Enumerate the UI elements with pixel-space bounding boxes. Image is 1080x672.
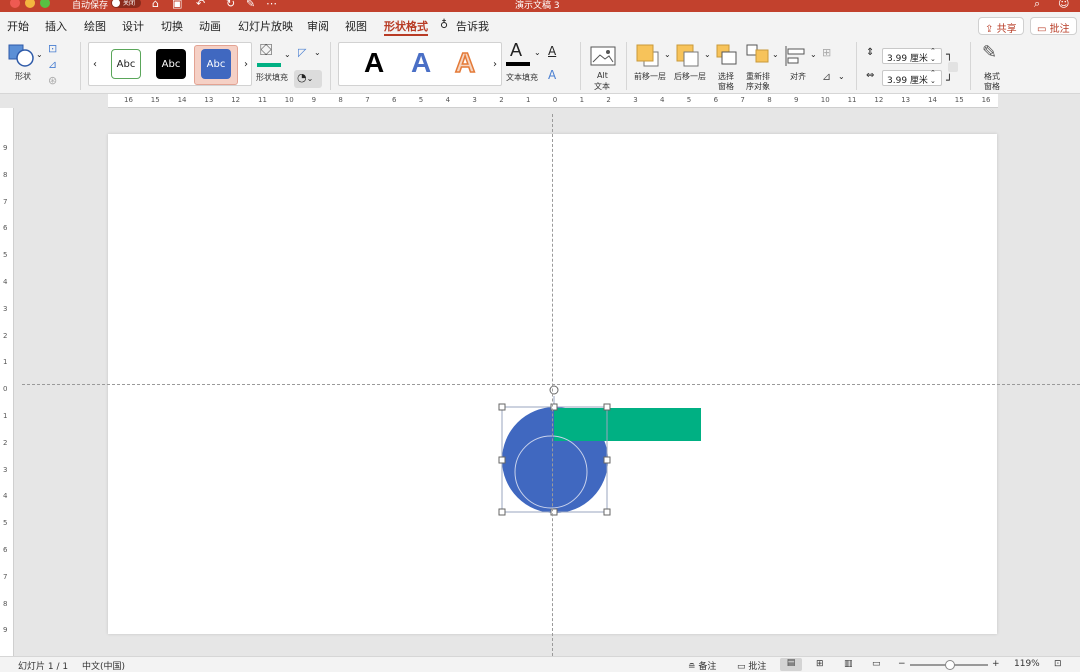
- resize-handle[interactable]: [498, 403, 506, 411]
- zoom-slider-thumb[interactable]: [945, 660, 955, 670]
- resize-handle[interactable]: [603, 508, 611, 516]
- comment-icon: ▭: [737, 662, 746, 672]
- resize-handle[interactable]: [498, 508, 506, 516]
- slide-shapes-layer: [498, 385, 701, 516]
- normal-view-icon: ▤: [786, 658, 796, 668]
- slide-count: 幻灯片 1 / 1: [18, 662, 69, 672]
- notes-label: 备注: [698, 662, 717, 672]
- zoom-in-icon[interactable]: +: [992, 659, 1000, 669]
- reading-view-icon[interactable]: ▥: [844, 659, 853, 669]
- language-indicator[interactable]: 中文(中国): [82, 659, 125, 672]
- resize-handle[interactable]: [498, 456, 506, 464]
- comments-status-button[interactable]: ▭ 批注: [737, 659, 766, 672]
- notes-icon: ≘: [688, 662, 696, 672]
- status-bar: 幻灯片 1 / 1 中文(中国) ≘ 备注 ▭ 批注 ▤ ⊞ ▥ ▭ − + 1…: [0, 656, 1080, 672]
- green-rectangle-shape[interactable]: [554, 408, 701, 441]
- zoom-level[interactable]: 119%: [1014, 659, 1040, 669]
- notes-button[interactable]: ≘ 备注: [688, 659, 716, 672]
- fit-to-window-icon[interactable]: ⊡: [1054, 659, 1062, 669]
- horizontal-guide[interactable]: [22, 384, 1080, 385]
- resize-handle[interactable]: [603, 456, 611, 464]
- vertical-guide[interactable]: [552, 114, 553, 656]
- slideshow-view-icon[interactable]: ▭: [872, 659, 881, 669]
- zoom-out-icon[interactable]: −: [898, 659, 906, 669]
- normal-view-button[interactable]: ▤: [780, 658, 802, 671]
- comments-status-label: 批注: [748, 662, 767, 672]
- resize-handle[interactable]: [603, 403, 611, 411]
- slide-sorter-icon[interactable]: ⊞: [816, 659, 824, 669]
